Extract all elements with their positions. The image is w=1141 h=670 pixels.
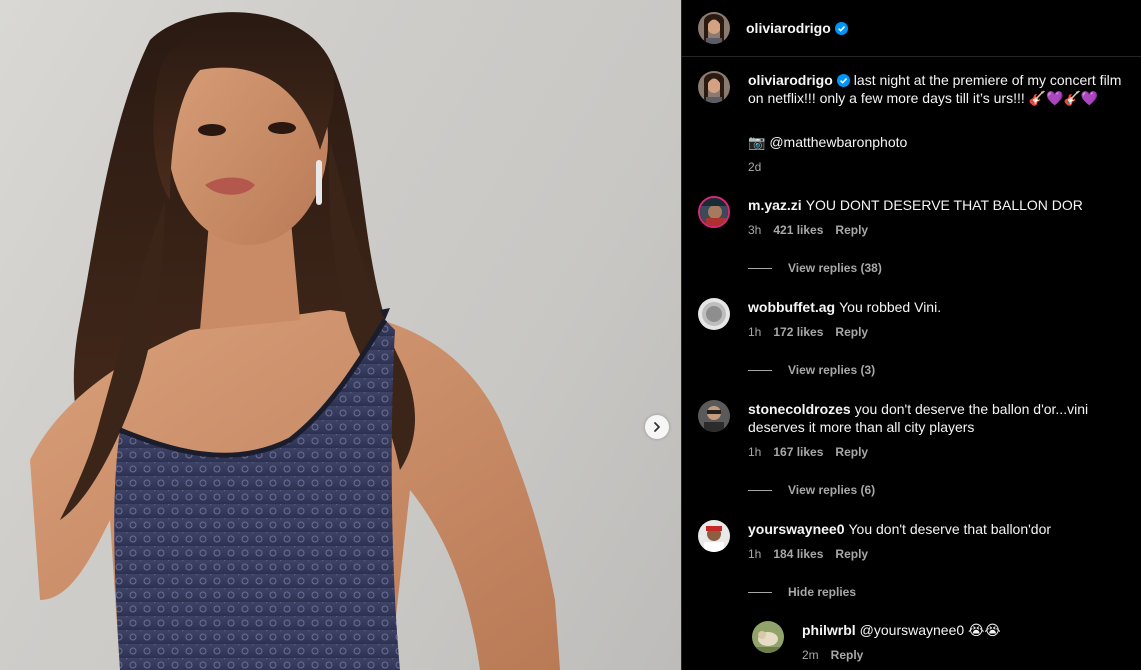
view-replies-label: View replies (6) [788, 483, 876, 497]
comment-username[interactable]: m.yaz.zi [748, 197, 802, 213]
commenter-avatar[interactable] [698, 196, 730, 228]
comment-text: YOU DONT DESERVE THAT BALLON DOR [805, 197, 1083, 213]
caption-time[interactable]: 2d [748, 158, 1125, 176]
commenter-avatar[interactable] [698, 520, 730, 552]
divider-line [748, 267, 772, 269]
post-media[interactable] [0, 0, 681, 670]
commenter-avatar[interactable] [698, 400, 730, 432]
view-replies-label: View replies (3) [788, 363, 876, 377]
verified-badge-icon [836, 74, 850, 87]
post-header: oliviarodrigo [682, 0, 1141, 57]
comment-text: You don't deserve that ballon'dor [848, 521, 1052, 537]
view-replies-button[interactable]: View replies (3) [748, 363, 1125, 377]
comment-text: You robbed Vini. [839, 299, 942, 315]
comment-likes[interactable]: 167 likes [773, 443, 823, 461]
view-replies-button[interactable]: View replies (6) [748, 483, 1125, 497]
comment-item: m.yaz.zi YOU DONT DESERVE THAT BALLON DOR… [698, 196, 1125, 239]
author-username[interactable]: oliviarodrigo [746, 20, 831, 36]
reply-button[interactable]: Reply [835, 221, 868, 239]
comment-username[interactable]: stonecoldrozes [748, 401, 851, 417]
replier-avatar[interactable] [752, 621, 784, 653]
comments-list: oliviarodrigo last night at the premiere … [682, 57, 1141, 664]
hide-replies-label: Hide replies [788, 585, 857, 599]
comment-time[interactable]: 3h [748, 221, 761, 239]
comments-panel: oliviarodrigo oliviarodrigo last night at… [681, 0, 1141, 670]
chevron-right-icon [654, 422, 660, 432]
reply-username[interactable]: philwrbl [802, 622, 856, 638]
post-photo [30, 12, 560, 670]
comment-item: wobbuffet.ag You robbed Vini. 1h 172 like… [698, 298, 1125, 341]
reply-button[interactable]: Reply [835, 545, 868, 563]
comment-time[interactable]: 1h [748, 323, 761, 341]
comment-likes[interactable]: 421 likes [773, 221, 823, 239]
reply-time[interactable]: 2m [802, 646, 819, 664]
post-view: oliviarodrigo oliviarodrigo last night at… [0, 0, 1141, 670]
view-replies-button[interactable]: View replies (38) [748, 261, 1125, 275]
reply-item: philwrbl @yourswaynee0 😭😭 2m Reply [752, 621, 1125, 664]
next-media-button[interactable] [645, 415, 669, 439]
reply-button[interactable]: Reply [835, 443, 868, 461]
commenter-avatar[interactable] [698, 298, 730, 330]
caption-username[interactable]: oliviarodrigo [748, 72, 833, 88]
photo-credit-link[interactable]: @matthewbaronphoto [769, 134, 907, 150]
comment-item: stonecoldrozes you don't deserve the ball… [698, 400, 1125, 461]
comment-item: yourswaynee0 You don't deserve that ballo… [698, 520, 1125, 563]
comment-time[interactable]: 1h [748, 443, 761, 461]
author-avatar[interactable] [698, 12, 730, 44]
divider-line [748, 591, 772, 593]
reply-text: @yourswaynee0 😭😭 [859, 622, 1001, 638]
reply-button[interactable]: Reply [831, 646, 864, 664]
caption: oliviarodrigo last night at the premiere … [698, 71, 1125, 176]
hide-replies-button[interactable]: Hide replies [748, 585, 1125, 599]
comment-username[interactable]: wobbuffet.ag [748, 299, 835, 315]
comment-likes[interactable]: 184 likes [773, 545, 823, 563]
reply-button[interactable]: Reply [835, 323, 868, 341]
comment-time[interactable]: 1h [748, 545, 761, 563]
comment-username[interactable]: yourswaynee0 [748, 521, 845, 537]
divider-line [748, 489, 772, 491]
camera-icon: 📷 [748, 134, 766, 150]
author-avatar[interactable] [698, 71, 730, 103]
view-replies-label: View replies (38) [788, 261, 882, 275]
comment-likes[interactable]: 172 likes [773, 323, 823, 341]
divider-line [748, 369, 772, 371]
verified-badge-icon [834, 21, 848, 35]
